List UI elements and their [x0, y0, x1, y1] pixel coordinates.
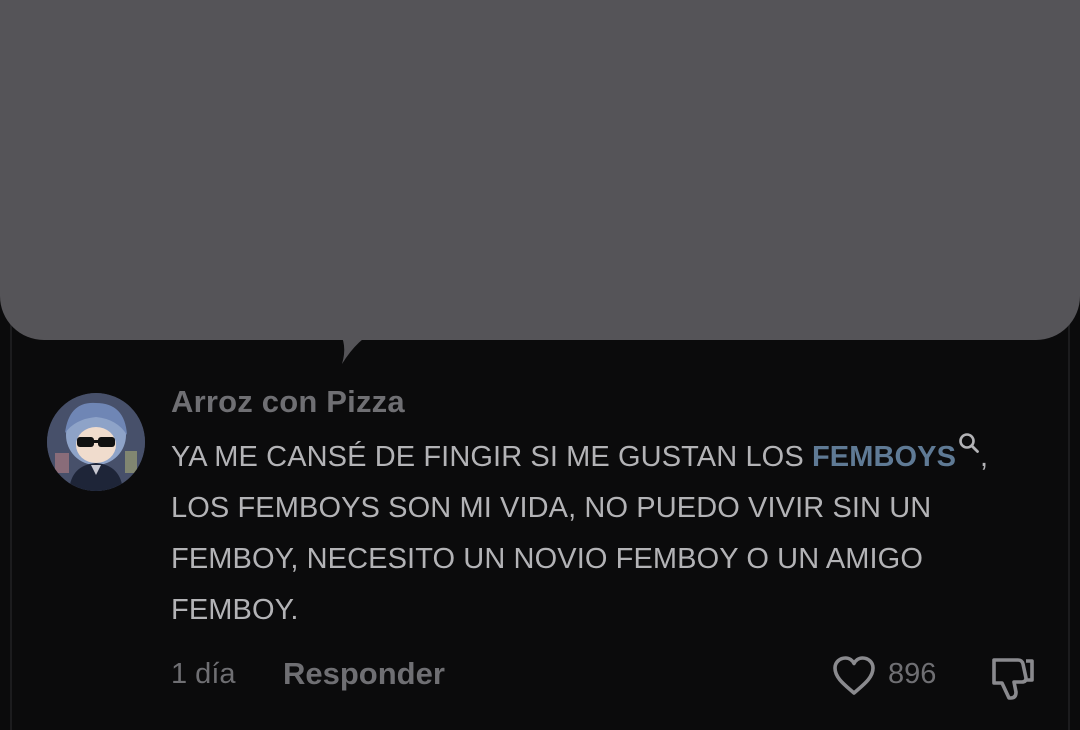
hashtag-link[interactable]: FEMBOYS: [812, 441, 956, 473]
comment-text: YA ME CANSÉ DE FINGIR SI ME GUSTAN LOS F…: [171, 432, 1051, 636]
comment-screen: Arroz con Pizza YA ME CANSÉ DE FINGIR SI…: [0, 0, 1080, 730]
reply-button[interactable]: Responder: [283, 656, 445, 692]
search-icon[interactable]: [958, 432, 980, 454]
speech-bubble-tail: [338, 330, 378, 364]
comment-age: 1 día: [171, 658, 236, 690]
comment-text-rest: LOS FEMBOYS SON MI VIDA, NO PUEDO VIVIR …: [171, 492, 932, 626]
comment-text-start: YA ME CANSÉ DE FINGIR SI ME GUSTAN LOS: [171, 441, 812, 473]
thumbs-down-outline-icon[interactable]: [988, 652, 1036, 702]
comment-author[interactable]: Arroz con Pizza: [171, 384, 405, 420]
like-count: 896: [888, 658, 937, 690]
speech-bubble: [0, 0, 1080, 340]
heart-outline-icon[interactable]: [831, 654, 877, 696]
avatar[interactable]: [47, 393, 145, 491]
comment-text-comma: ,: [980, 441, 989, 473]
comment: Arroz con Pizza YA ME CANSÉ DE FINGIR SI…: [0, 380, 1080, 730]
avatar-image: [47, 393, 145, 491]
comment-actions: 1 día Responder 896: [0, 652, 1080, 702]
